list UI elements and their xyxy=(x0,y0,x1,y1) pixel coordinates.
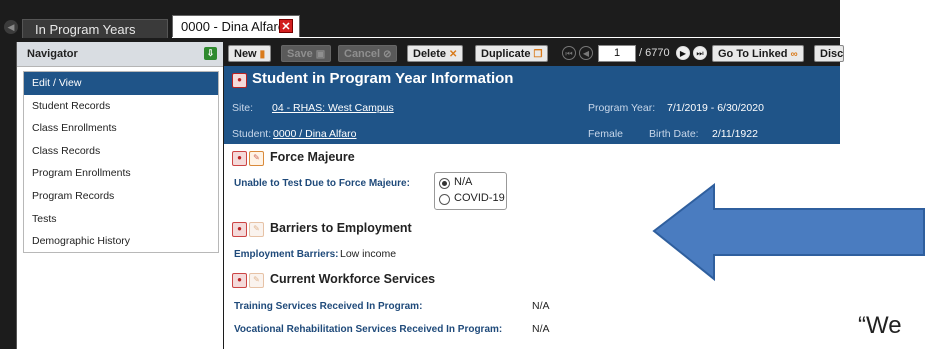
record-number-input[interactable]: 1 xyxy=(598,45,636,62)
radio-na[interactable] xyxy=(439,178,450,189)
close-tab-icon[interactable]: ✕ xyxy=(279,19,293,33)
tab-bar: ◀ In Program Years 0000 - Dina Alfaro ✕ xyxy=(0,0,840,38)
record-total: / 6770 xyxy=(639,47,670,59)
record-toolbar: New ▮ Save ▣ Cancel ⊘ Delete ✕ Duplicate ❐ ⏮ … xyxy=(224,42,844,66)
student-label: Student: xyxy=(232,128,272,140)
lock-icon: ● xyxy=(232,222,247,237)
cancel-icon: ⊘ xyxy=(383,49,392,60)
go-to-linked-label: Go To Linked xyxy=(718,48,788,60)
app-window: ◀ In Program Years 0000 - Dina Alfaro ✕ … xyxy=(0,0,844,349)
save-button[interactable]: Save ▣ xyxy=(281,45,332,62)
force-majeure-label: Unable to Test Due to Force Majeure: xyxy=(234,178,410,189)
navigator-header: Navigator ⇩ xyxy=(17,42,223,67)
training-services-label: Training Services Received In Program: xyxy=(234,301,423,312)
nav-item-demographic-history[interactable]: Demographic History xyxy=(24,230,218,253)
site-link[interactable]: 04 - RHAS: West Campus xyxy=(272,102,394,114)
previous-record-icon[interactable]: ◀ xyxy=(579,46,593,60)
nav-item-program-enrollments[interactable]: Program Enrollments xyxy=(24,162,218,185)
tab-label: In Program Years xyxy=(35,22,136,37)
radio-label: COVID-19 xyxy=(454,192,505,204)
link-icon: ∞ xyxy=(790,49,798,60)
training-services-value: N/A xyxy=(532,300,550,312)
birth-date-value: 2/11/1922 xyxy=(712,128,758,140)
radio-label: N/A xyxy=(454,176,473,188)
disc-label: Disc xyxy=(820,48,844,60)
edit-icon[interactable]: ✎ xyxy=(249,151,264,166)
page-title: Student in Program Year Information xyxy=(252,70,514,87)
edit-icon[interactable]: ✎ xyxy=(249,273,264,288)
first-record-icon[interactable]: ⏮ xyxy=(562,46,576,60)
employment-barriers-label: Employment Barriers: xyxy=(234,249,339,260)
student-link[interactable]: 0000 / Dina Alfaro xyxy=(273,128,356,140)
employment-barriers-value: Low income xyxy=(340,248,397,260)
force-majeure-radio-group: N/A COVID-19 xyxy=(434,172,507,210)
lock-icon: ● xyxy=(232,73,247,88)
nav-item-program-records[interactable]: Program Records xyxy=(24,185,218,208)
birth-date-label: Birth Date: xyxy=(649,128,699,140)
duplicate-label: Duplicate xyxy=(481,48,531,60)
new-icon: ▮ xyxy=(259,49,266,60)
pin-icon[interactable]: ⇩ xyxy=(204,47,217,60)
voc-rehab-label: Vocational Rehabilitation Services Recei… xyxy=(234,324,503,335)
nav-item-class-records[interactable]: Class Records xyxy=(24,140,218,163)
annotation-arrow xyxy=(652,183,925,282)
navigator-panel: Navigator ⇩ Edit / View Student Records … xyxy=(16,42,223,349)
next-record-icon[interactable]: ▶ xyxy=(676,46,690,60)
back-arrow-icon[interactable]: ◀ xyxy=(4,20,18,34)
nav-item-tests[interactable]: Tests xyxy=(24,208,218,231)
section-title: Current Workforce Services xyxy=(270,272,436,286)
new-label: New xyxy=(234,48,257,60)
nav-item-edit-view[interactable]: Edit / View xyxy=(24,72,218,95)
lock-icon: ● xyxy=(232,151,247,166)
section-title: Barriers to Employment xyxy=(270,221,412,235)
record-header: ● Student in Program Year Information Si… xyxy=(224,66,840,144)
save-label: Save xyxy=(287,48,313,60)
gender-value: Female xyxy=(588,128,624,140)
program-year-label: Program Year: xyxy=(588,102,656,114)
go-to-linked-button[interactable]: Go To Linked ∞ xyxy=(712,45,804,62)
tab-student-record[interactable]: 0000 - Dina Alfaro ✕ xyxy=(172,15,300,38)
program-year-value: 7/1/2019 - 6/30/2020 xyxy=(667,102,764,114)
voc-rehab-value: N/A xyxy=(532,323,550,335)
site-label: Site: xyxy=(232,102,254,114)
navigator-list: Edit / View Student Records Class Enroll… xyxy=(23,71,219,253)
edit-icon[interactable]: ✎ xyxy=(249,222,264,237)
duplicate-icon: ❐ xyxy=(533,49,543,60)
section-title: Force Majeure xyxy=(270,150,355,164)
nav-item-class-enrollments[interactable]: Class Enrollments xyxy=(24,117,218,140)
lock-icon: ● xyxy=(232,273,247,288)
tab-divider xyxy=(172,37,840,38)
last-record-icon[interactable]: ⏭ xyxy=(693,46,707,60)
nav-item-student-records[interactable]: Student Records xyxy=(24,95,218,118)
delete-button[interactable]: Delete ✕ xyxy=(407,45,464,62)
cancel-button[interactable]: Cancel ⊘ xyxy=(338,45,398,62)
radio-covid-19[interactable] xyxy=(439,194,450,205)
delete-icon: ✕ xyxy=(449,49,458,60)
cancel-label: Cancel xyxy=(344,48,381,60)
disc-button[interactable]: Disc xyxy=(814,45,844,62)
duplicate-button[interactable]: Duplicate ❐ xyxy=(475,45,549,62)
new-button[interactable]: New ▮ xyxy=(228,45,272,62)
arrow-shape xyxy=(652,183,925,282)
caption-text: “We xyxy=(858,312,902,339)
navigator-title: Navigator xyxy=(27,48,78,60)
delete-label: Delete xyxy=(413,48,447,60)
tab-label: 0000 - Dina Alfaro xyxy=(181,19,286,34)
save-icon: ▣ xyxy=(315,49,326,60)
tab-in-program-years[interactable]: In Program Years xyxy=(22,19,168,38)
